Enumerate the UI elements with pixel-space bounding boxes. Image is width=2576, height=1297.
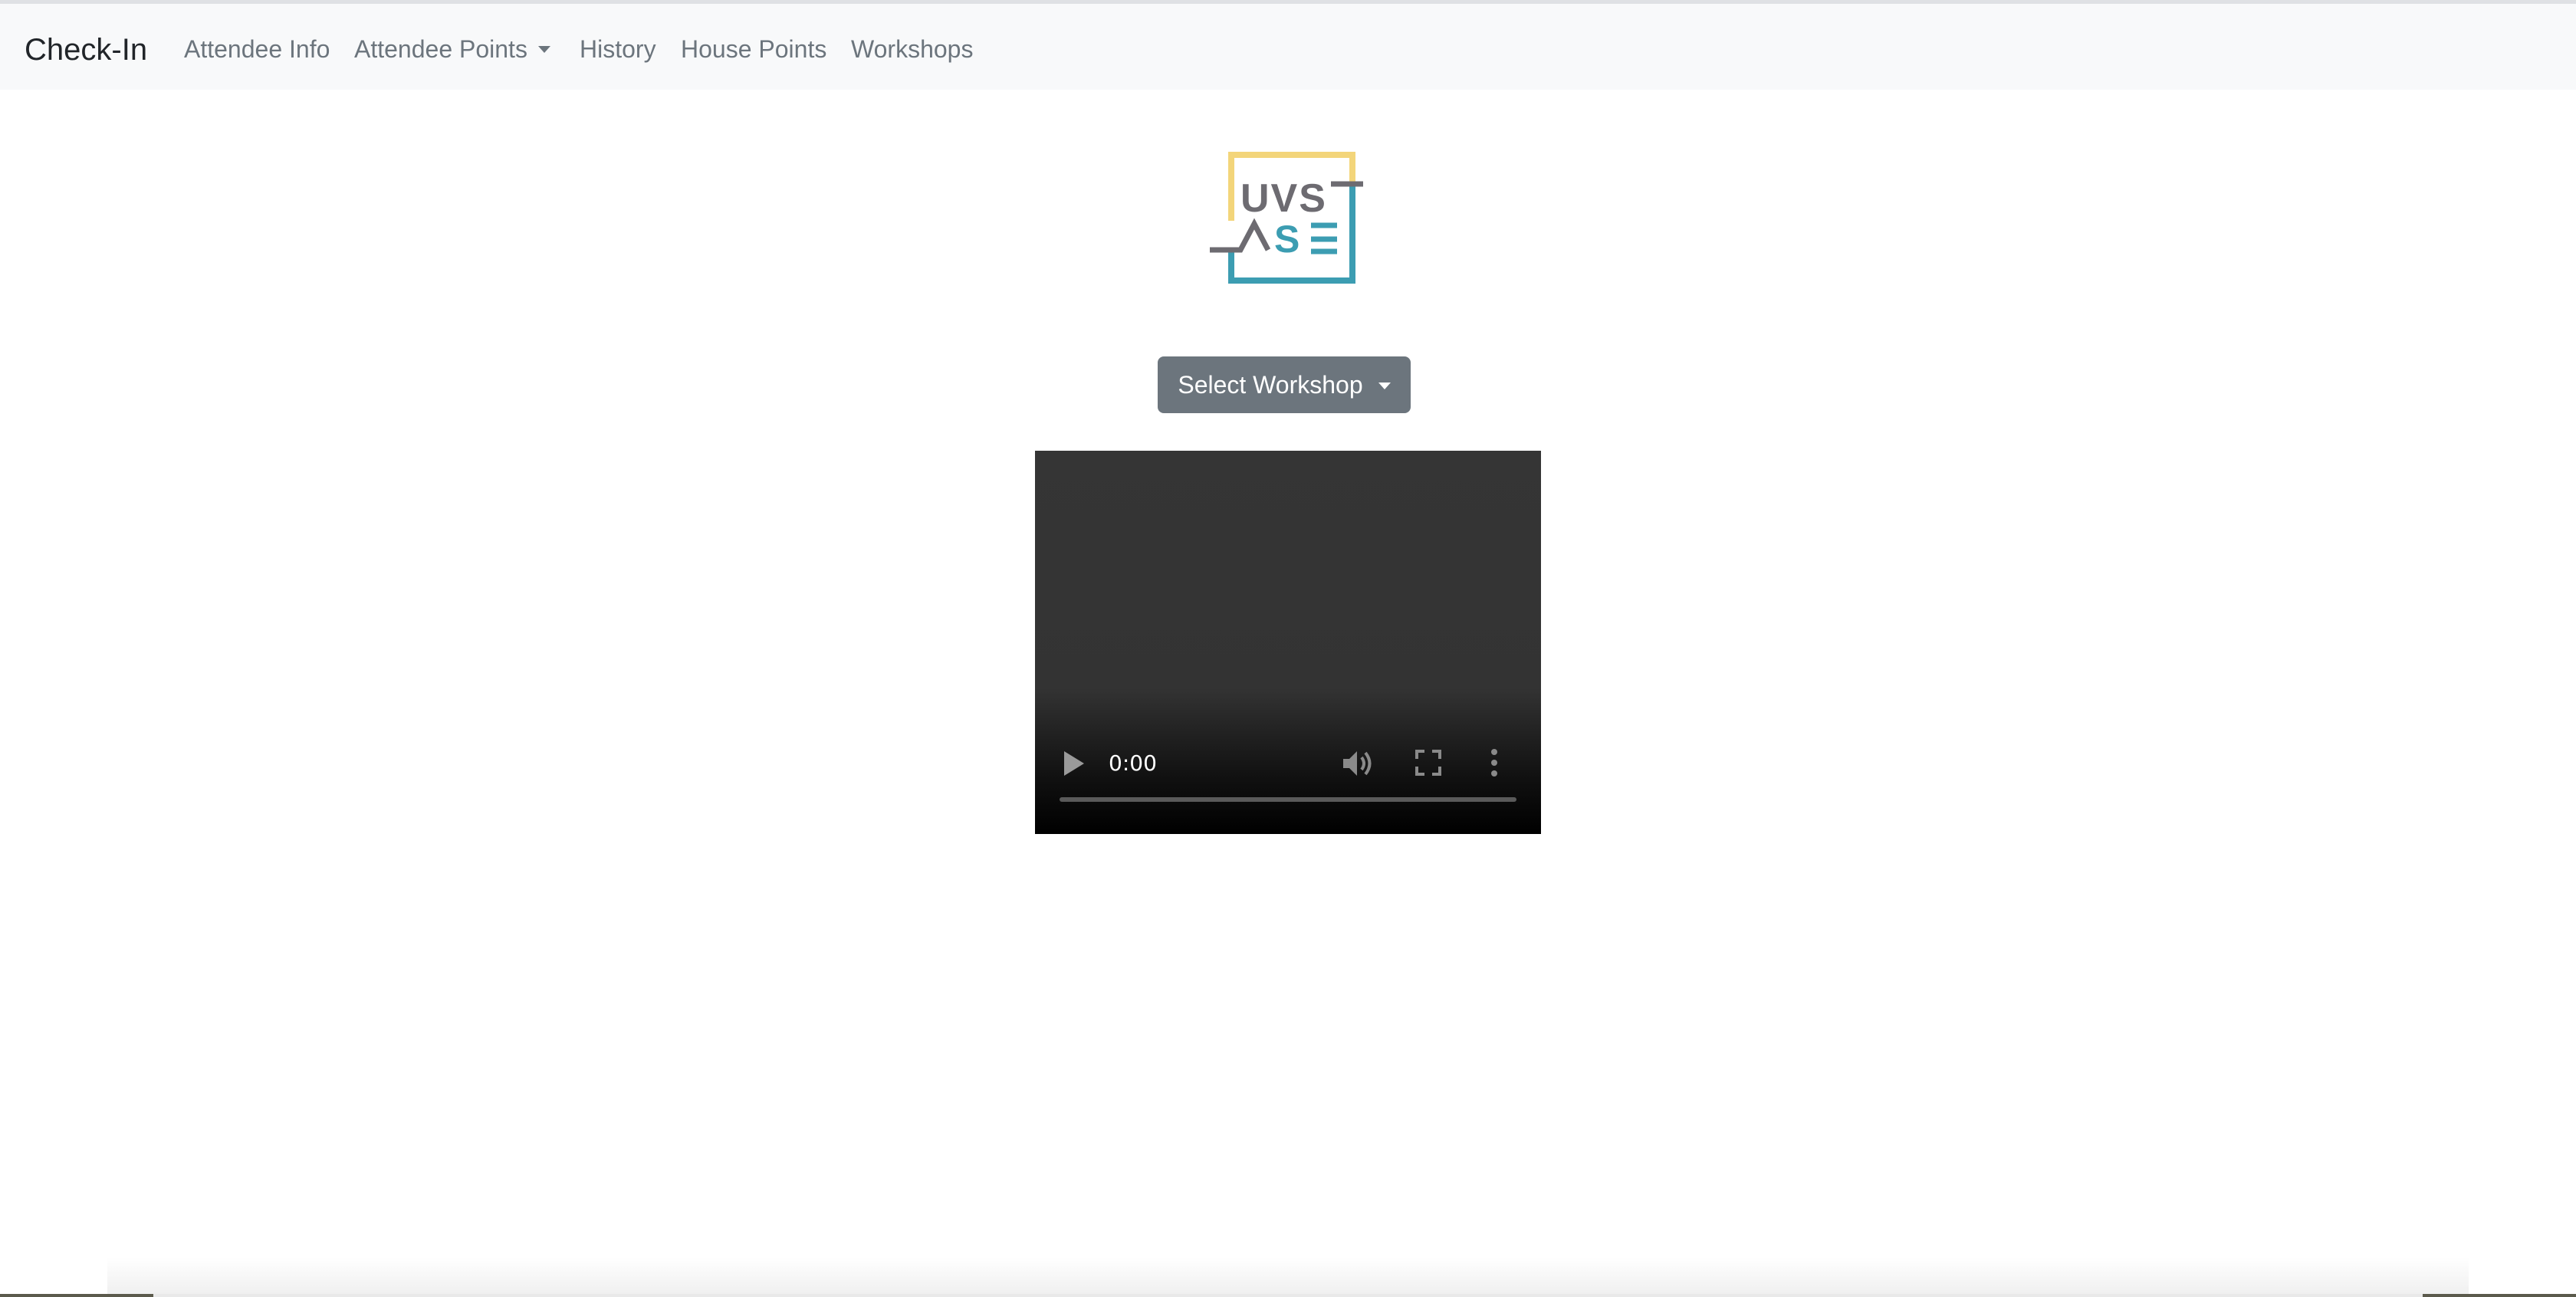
select-workshop-button[interactable]: Select Workshop	[1158, 356, 1411, 413]
window-bottom-shadow	[107, 1257, 2469, 1297]
uvsase-logo: UVS S	[1210, 150, 1366, 285]
logo-text-uvs: UVS	[1240, 176, 1327, 221]
nav-link-workshops[interactable]: Workshops	[851, 34, 973, 64]
play-icon[interactable]	[1063, 750, 1086, 777]
video-time: 0:00	[1109, 750, 1157, 776]
nav-link-history[interactable]: History	[580, 34, 656, 64]
desktop-bottom-strip-mid	[153, 1294, 2423, 1297]
video-progress-bar[interactable]	[1060, 797, 1516, 802]
svg-text:S: S	[1274, 218, 1300, 261]
navbar: Check-In Attendee Info Attendee Points H…	[0, 4, 2576, 90]
caret-down-icon	[537, 46, 550, 53]
more-options-icon[interactable]	[1489, 747, 1500, 779]
fullscreen-icon[interactable]	[1415, 750, 1441, 776]
nav-link-attendee-info[interactable]: Attendee Info	[184, 34, 330, 64]
navbar-brand[interactable]: Check-In	[25, 31, 147, 68]
caret-down-icon	[1378, 382, 1391, 389]
nav-link-attendee-points-label: Attendee Points	[354, 35, 527, 63]
nav-link-attendee-points[interactable]: Attendee Points	[354, 34, 550, 64]
uvsase-logo-graphic: UVS S	[1210, 152, 1363, 284]
video-player[interactable]: 0:00	[1035, 451, 1541, 834]
nav-link-house-points[interactable]: House Points	[681, 34, 826, 64]
select-workshop-label: Select Workshop	[1178, 370, 1363, 399]
volume-icon[interactable]	[1342, 748, 1375, 779]
